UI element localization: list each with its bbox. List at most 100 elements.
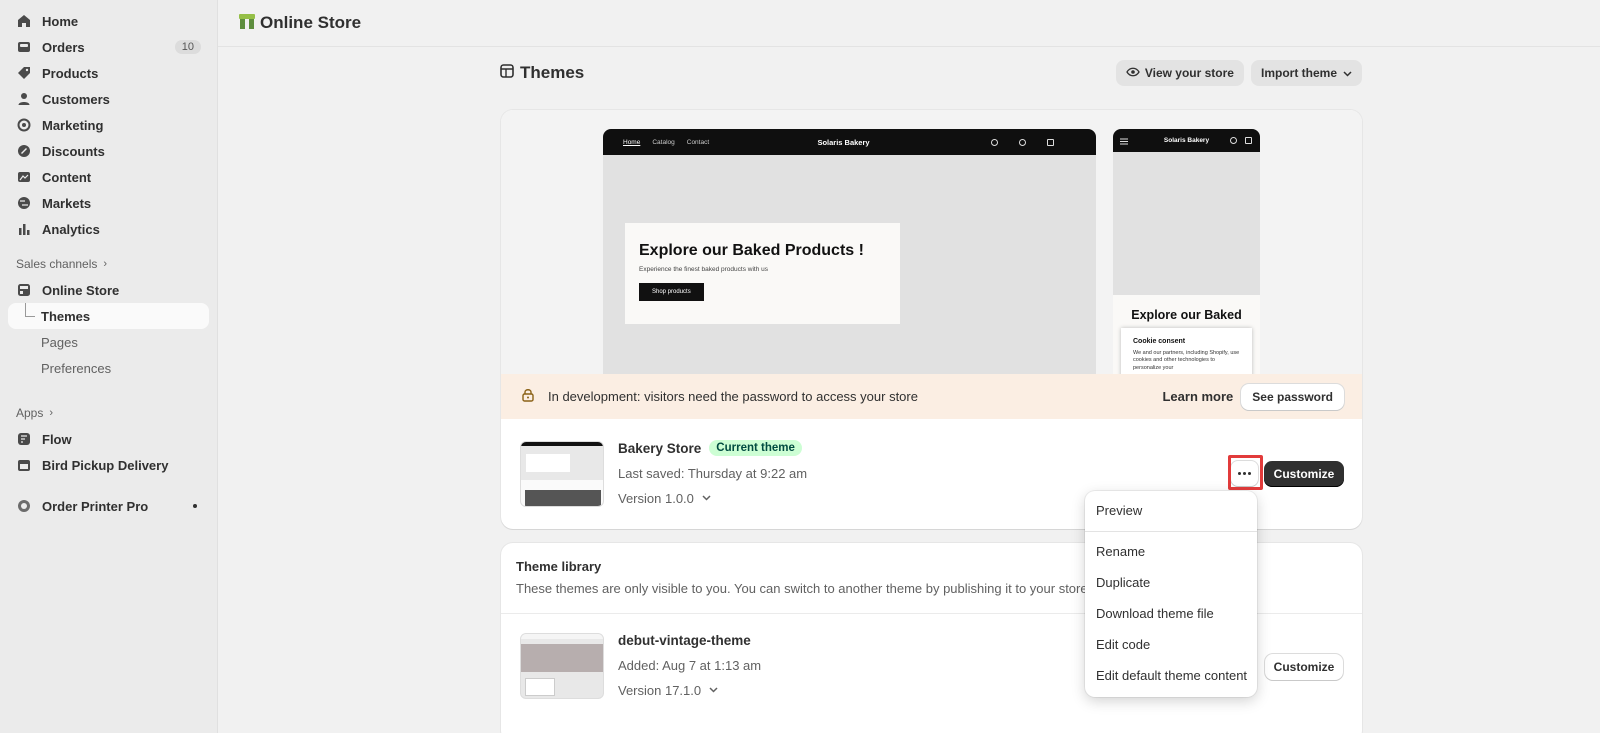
menu-item-preview[interactable]: Preview bbox=[1085, 495, 1257, 526]
content-icon bbox=[16, 169, 32, 185]
nav-analytics-label: Analytics bbox=[42, 221, 100, 237]
sidebar: Home Orders 10 Products Customers Market… bbox=[0, 0, 218, 733]
nav-home[interactable]: Home bbox=[8, 8, 209, 34]
orders-icon bbox=[16, 39, 32, 55]
version-toggle[interactable]: Version 1.0.0 bbox=[618, 491, 807, 506]
library-theme-thumbnail bbox=[520, 633, 604, 699]
nav-online-store[interactable]: Online Store bbox=[8, 277, 209, 303]
menu-item-duplicate[interactable]: Duplicate bbox=[1085, 567, 1257, 598]
nav-customers[interactable]: Customers bbox=[8, 86, 209, 112]
nav-orders[interactable]: Orders 10 bbox=[8, 34, 209, 60]
cookie-text: We and our partners, including Shopify, … bbox=[1133, 350, 1240, 371]
desktop-hero-title: Explore our Baked Products ! bbox=[639, 242, 864, 259]
nav-content-label: Content bbox=[42, 169, 92, 185]
nav-discounts[interactable]: Discounts bbox=[8, 138, 209, 164]
see-password-button[interactable]: See password bbox=[1241, 383, 1344, 410]
chevron-right-icon: › bbox=[49, 407, 54, 419]
person-icon bbox=[16, 91, 32, 107]
view-store-label: View your store bbox=[1144, 66, 1234, 80]
nav-discounts-label: Discounts bbox=[42, 143, 105, 159]
search-icon bbox=[991, 138, 998, 146]
nav-preferences-label: Preferences bbox=[41, 360, 112, 376]
banner-message: In development: visitors need the passwo… bbox=[548, 389, 918, 404]
menu-item-rename[interactable]: Rename bbox=[1085, 536, 1257, 567]
apps-header[interactable]: Apps › bbox=[8, 400, 209, 426]
unread-dot bbox=[193, 504, 197, 508]
menu-divider bbox=[1085, 531, 1257, 532]
desktop-nav-bar: Home Catalog Contact Solaris Bakery bbox=[603, 129, 1096, 155]
store-icon bbox=[16, 282, 32, 298]
library-version-toggle[interactable]: Version 17.1.0 bbox=[618, 683, 761, 698]
mobile-nav-bar: Solaris Bakery bbox=[1113, 129, 1260, 152]
nav-content[interactable]: Content bbox=[8, 164, 209, 190]
chevron-down-icon bbox=[702, 493, 711, 504]
nav-themes[interactable]: Themes bbox=[8, 303, 209, 329]
sales-channels-header[interactable]: Sales channels › bbox=[8, 251, 209, 277]
account-icon bbox=[1019, 138, 1026, 146]
customize-button[interactable]: Customize bbox=[1264, 461, 1344, 487]
mobile-preview: Solaris Bakery Explore our Baked Cookie … bbox=[1113, 129, 1260, 374]
nav-preferences[interactable]: Preferences bbox=[8, 355, 209, 381]
home-icon bbox=[16, 13, 32, 29]
nav-products[interactable]: Products bbox=[8, 60, 209, 86]
mobile-hero: Explore our Baked Cookie consent We and … bbox=[1113, 295, 1260, 374]
library-customize-button[interactable]: Customize bbox=[1265, 654, 1343, 680]
import-theme-button[interactable]: Import theme bbox=[1250, 60, 1362, 86]
current-theme-name: Bakery Store bbox=[618, 440, 702, 456]
current-theme-name-row: Bakery Store Current theme bbox=[618, 440, 807, 456]
page-header: Themes View your store Import theme bbox=[500, 58, 1362, 88]
nav-order-printer-label: Order Printer Pro bbox=[42, 498, 149, 514]
cookie-consent-popup: Cookie consent We and our partners, incl… bbox=[1121, 328, 1252, 374]
cookie-title: Cookie consent bbox=[1133, 338, 1186, 345]
nav-home-label: Home bbox=[42, 13, 79, 29]
order-printer-icon bbox=[16, 498, 32, 514]
orders-count-badge: 10 bbox=[174, 40, 201, 54]
target-icon bbox=[16, 117, 32, 133]
nav-online-store-label: Online Store bbox=[42, 282, 120, 298]
desktop-hero-sub: Experience the finest baked products wit… bbox=[639, 266, 768, 273]
page-title: Themes bbox=[520, 63, 585, 82]
nav-flow[interactable]: Flow bbox=[8, 426, 209, 452]
menu-item-edit-default-content[interactable]: Edit default theme content bbox=[1085, 660, 1257, 691]
tree-branch bbox=[25, 303, 35, 317]
nav-flow-label: Flow bbox=[42, 431, 72, 447]
nav-pages[interactable]: Pages bbox=[8, 329, 209, 355]
menu-item-edit-code[interactable]: Edit code bbox=[1085, 629, 1257, 660]
last-saved-text: Last saved: Thursday at 9:22 am bbox=[618, 466, 808, 481]
nav-markets-label: Markets bbox=[42, 195, 92, 211]
nav-orders-label: Orders bbox=[42, 39, 85, 55]
version-label: Version 1.0.0 bbox=[618, 491, 694, 506]
library-theme-info: debut-vintage-theme Added: Aug 7 at 1:13… bbox=[618, 633, 761, 698]
cart-icon bbox=[1047, 138, 1054, 146]
nav-products-label: Products bbox=[42, 65, 99, 81]
library-version-label: Version 17.1.0 bbox=[618, 683, 702, 698]
view-store-button[interactable]: View your store bbox=[1115, 60, 1244, 86]
desktop-hero: Explore our Baked Products ! Experience … bbox=[625, 223, 900, 324]
library-theme-name: debut-vintage-theme bbox=[618, 633, 751, 648]
cart-icon bbox=[1245, 137, 1252, 144]
nav-customers-label: Customers bbox=[42, 91, 110, 107]
flow-icon bbox=[16, 431, 32, 447]
nav-order-printer[interactable]: Order Printer Pro bbox=[8, 493, 209, 519]
calendar-icon bbox=[16, 457, 32, 473]
theme-preview[interactable]: Home Catalog Contact Solaris Bakery Expl… bbox=[501, 110, 1362, 374]
nav-bird-pickup-label: Bird Pickup Delivery bbox=[42, 457, 169, 473]
menu-item-download[interactable]: Download theme file bbox=[1085, 598, 1257, 629]
theme-actions-menu: Preview Rename Duplicate Download theme … bbox=[1085, 491, 1257, 697]
themes-icon bbox=[500, 63, 514, 83]
eye-icon bbox=[1126, 66, 1140, 80]
nav-bird-pickup[interactable]: Bird Pickup Delivery bbox=[8, 452, 209, 478]
topbar: Online Store bbox=[218, 0, 1600, 47]
nav-pages-label: Pages bbox=[41, 334, 78, 350]
mobile-header-icons bbox=[1230, 137, 1252, 144]
desktop-hero-button: Shop products bbox=[639, 283, 704, 301]
current-theme-badge: Current theme bbox=[709, 440, 802, 456]
chevron-right-icon: › bbox=[103, 258, 108, 270]
nav-markets[interactable]: Markets bbox=[8, 190, 209, 216]
nav-marketing[interactable]: Marketing bbox=[8, 112, 209, 138]
learn-more-link[interactable]: Learn more bbox=[1162, 389, 1233, 404]
current-theme-thumbnail bbox=[520, 441, 604, 507]
mobile-hero-title: Explore our Baked bbox=[1131, 308, 1242, 322]
topbar-title: Online Store bbox=[260, 13, 362, 32]
nav-analytics[interactable]: Analytics bbox=[8, 216, 209, 242]
